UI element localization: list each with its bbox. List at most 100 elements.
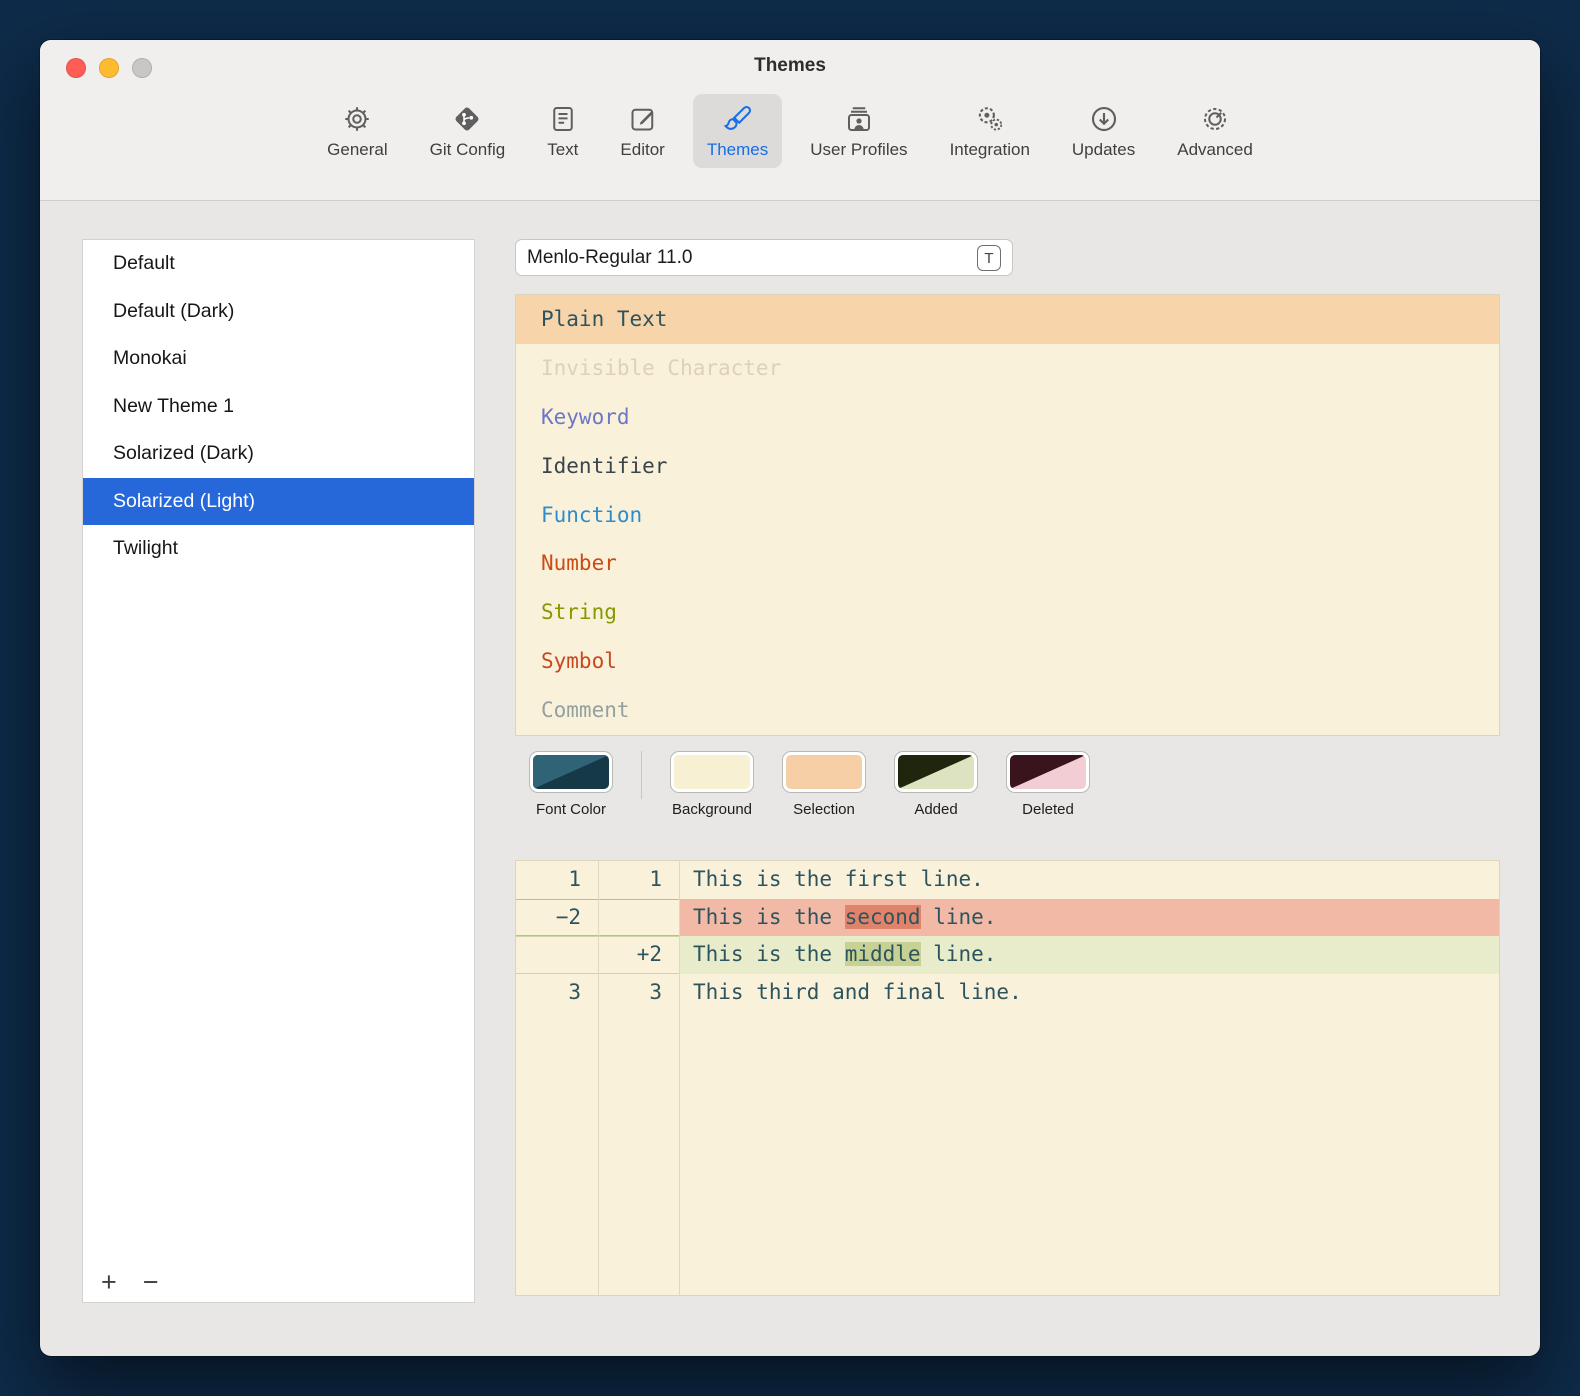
toolbar-item-text[interactable]: Text <box>533 94 592 168</box>
diff-row-normal: 1 1 This is the first line. <box>516 861 1499 899</box>
preview-row-symbol[interactable]: Symbol <box>516 637 1499 686</box>
selection-color-well[interactable] <box>782 751 866 793</box>
diff-new-line-number: +2 <box>598 936 679 974</box>
swatch-divider <box>641 751 642 799</box>
swatch-label: Selection <box>793 801 855 818</box>
toolbar-item-git-config[interactable]: Git Config <box>416 94 520 168</box>
toolbar-item-user-profiles[interactable]: User Profiles <box>796 94 921 168</box>
swatch-color-top <box>674 755 750 789</box>
diff-text-segment: line. <box>921 942 997 966</box>
theme-list-item-solarized-light[interactable]: Solarized (Light) <box>83 478 474 526</box>
theme-list-item-new-theme-1[interactable]: New Theme 1 <box>83 383 474 431</box>
add-theme-button[interactable]: + <box>101 1268 117 1296</box>
toolbar-item-advanced[interactable]: Advanced <box>1163 94 1267 168</box>
theme-list: Default Default (Dark) Monokai New Theme… <box>82 239 475 1303</box>
theme-list-item-solarized-dark[interactable]: Solarized (Dark) <box>83 430 474 478</box>
preview-row-string[interactable]: String <box>516 588 1499 637</box>
diff-old-line-number: 3 <box>516 974 598 1012</box>
updates-download-icon <box>1089 103 1119 135</box>
diff-line-text: This is the second line. <box>679 899 1499 937</box>
preview-row-identifier[interactable]: Identifier <box>516 441 1499 490</box>
diff-text-segment: This is the <box>693 942 845 966</box>
toolbar-item-label: User Profiles <box>810 140 907 160</box>
font-field[interactable]: Menlo-Regular 11.0 T <box>515 239 1013 276</box>
theme-list-item-twilight[interactable]: Twilight <box>83 525 474 573</box>
added-color-well[interactable] <box>894 751 978 793</box>
font-color-well[interactable] <box>529 751 613 793</box>
swatch-label: Added <box>914 801 957 818</box>
theme-list-item-default[interactable]: Default <box>83 240 474 288</box>
swatch-color-top <box>1010 755 1086 789</box>
preview-row-invisible-character[interactable]: Invisible Character <box>516 344 1499 393</box>
preview-label: Comment <box>541 698 630 722</box>
swatch-color <box>898 755 974 789</box>
gutter-divider <box>598 861 599 1295</box>
preview-row-number[interactable]: Number <box>516 539 1499 588</box>
swatch-label: Font Color <box>536 801 606 818</box>
text-document-icon <box>548 103 578 135</box>
integration-gears-icon <box>975 103 1005 135</box>
preview-label: Plain Text <box>541 307 667 331</box>
diff-new-line-number: 3 <box>598 974 679 1012</box>
preview-row-plain-text[interactable]: Plain Text <box>516 295 1499 344</box>
swatch-color-top <box>533 755 609 789</box>
diff-row-deleted: −2 This is the second line. <box>516 899 1499 937</box>
diff-text-segment: line. <box>921 905 997 929</box>
editor-pencil-icon <box>628 103 658 135</box>
titlebar: Themes General <box>40 40 1540 201</box>
toolbar: General Git Config <box>40 94 1540 168</box>
diff-new-line-number <box>598 899 679 937</box>
theme-list-footer: + − <box>101 1268 159 1296</box>
swatch-font-color: Font Color <box>515 751 627 818</box>
diff-row-normal: 3 3 This third and final line. <box>516 974 1499 1012</box>
user-profiles-icon <box>844 103 874 135</box>
preview-row-function[interactable]: Function <box>516 490 1499 539</box>
zoom-button[interactable] <box>132 58 152 78</box>
minimize-button[interactable] <box>99 58 119 78</box>
font-name: Menlo-Regular 11.0 <box>527 247 692 269</box>
font-picker-button[interactable]: T <box>977 245 1001 271</box>
diff-line-text: This is the first line. <box>679 861 1499 899</box>
swatch-color-top <box>898 755 974 789</box>
preview-label: String <box>541 600 617 624</box>
diff-text-segment: This third and final line. <box>693 980 1022 1004</box>
swatch-color <box>786 755 862 789</box>
diff-text-segment: This is the first line. <box>693 867 984 891</box>
diff-text-segment: This is the <box>693 905 845 929</box>
preview-label: Keyword <box>541 405 630 429</box>
remove-theme-button[interactable]: − <box>143 1268 159 1296</box>
theme-list-item-monokai[interactable]: Monokai <box>83 335 474 383</box>
theme-list-item-default-dark[interactable]: Default (Dark) <box>83 288 474 336</box>
toolbar-item-editor[interactable]: Editor <box>606 94 678 168</box>
themes-brush-icon <box>723 103 753 135</box>
advanced-gear-icon <box>1200 103 1230 135</box>
swatch-background: Background <box>656 751 768 818</box>
preview-label: Identifier <box>541 454 667 478</box>
toolbar-item-updates[interactable]: Updates <box>1058 94 1149 168</box>
toolbar-item-integration[interactable]: Integration <box>936 94 1044 168</box>
diff-text-highlight: middle <box>845 942 921 966</box>
preview-row-comment[interactable]: Comment <box>516 685 1499 734</box>
gear-icon <box>342 103 372 135</box>
swatch-color-top <box>786 755 862 789</box>
toolbar-item-label: Editor <box>620 140 664 160</box>
content-area: Default Default (Dark) Monokai New Theme… <box>40 201 1540 1303</box>
background-color-well[interactable] <box>670 751 754 793</box>
close-button[interactable] <box>66 58 86 78</box>
deleted-color-well[interactable] <box>1006 751 1090 793</box>
toolbar-item-label: Git Config <box>430 140 506 160</box>
diff-text-highlight: second <box>845 905 921 929</box>
theme-editor: Menlo-Regular 11.0 T Plain Text Invisibl… <box>515 239 1500 1303</box>
git-branch-icon <box>452 103 482 135</box>
swatch-label: Deleted <box>1022 801 1074 818</box>
preview-row-keyword[interactable]: Keyword <box>516 393 1499 442</box>
toolbar-item-general[interactable]: General <box>313 94 401 168</box>
toolbar-item-themes[interactable]: Themes <box>693 94 782 168</box>
swatch-color <box>1010 755 1086 789</box>
toolbar-item-label: Integration <box>950 140 1030 160</box>
diff-new-line-number: 1 <box>598 861 679 899</box>
toolbar-item-label: Text <box>547 140 578 160</box>
diff-old-line-number: 1 <box>516 861 598 899</box>
preview-label: Number <box>541 551 617 575</box>
diff-old-line-number <box>516 936 598 974</box>
